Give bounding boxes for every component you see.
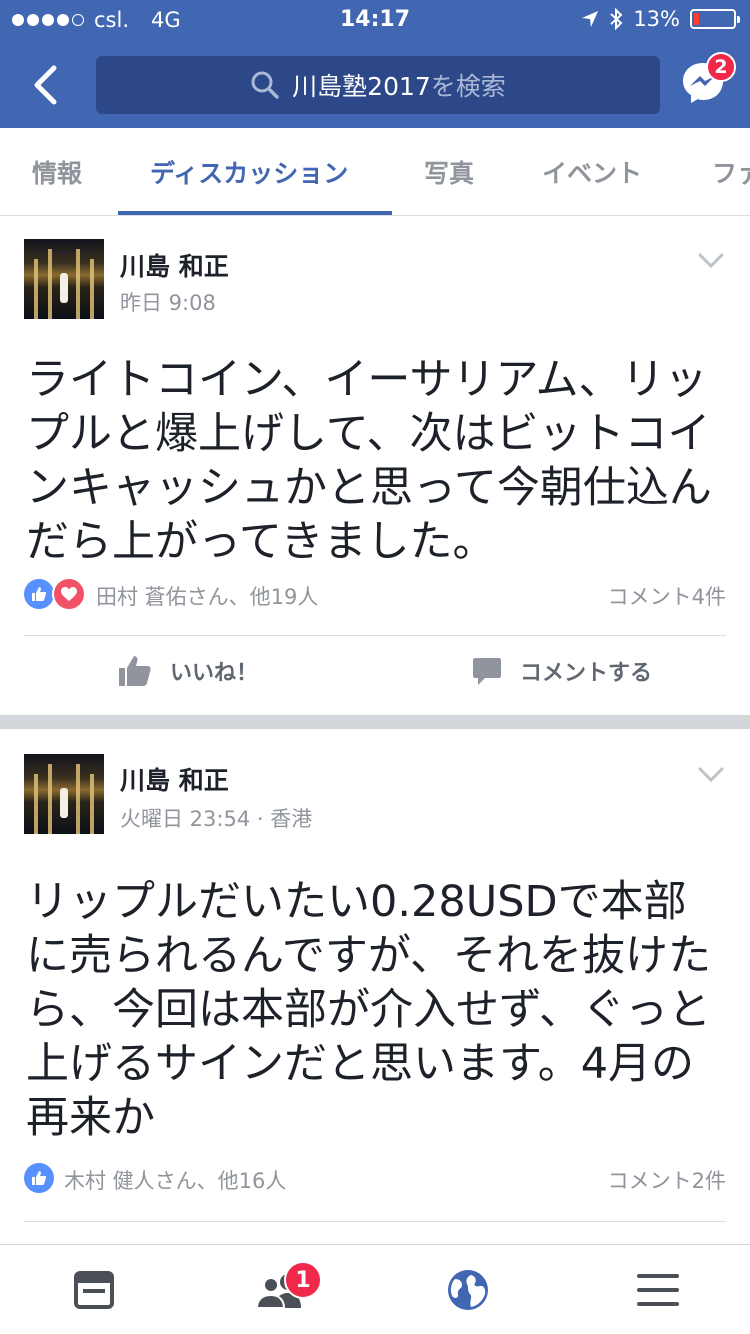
- friends-badge: 1: [284, 1261, 322, 1299]
- tab-discussion[interactable]: ディスカッション: [150, 128, 348, 215]
- like-reaction-icon: [22, 577, 56, 611]
- globe-icon: [448, 1270, 488, 1310]
- group-tabs: 情報 ディスカッション 写真 イベント ファ: [0, 128, 750, 216]
- back-button[interactable]: [20, 58, 70, 112]
- battery-icon: [690, 9, 740, 29]
- post-options-chevron-icon[interactable]: [698, 253, 724, 269]
- love-reaction-icon: [52, 577, 86, 611]
- post-author[interactable]: 川島 和正: [120, 247, 229, 283]
- messenger-button[interactable]: 2: [678, 52, 736, 110]
- tab-files[interactable]: ファ: [712, 128, 750, 215]
- nav-menu[interactable]: [598, 1245, 718, 1334]
- post-card: 川島 和正 火曜日 23:54 · 香港 リップルだいたい0.28USDで本部に…: [0, 729, 750, 1244]
- comment-count[interactable]: コメント4件: [608, 581, 726, 611]
- top-bar: csl. 4G 14:17 13% 川島塾2017を検索 2: [0, 0, 750, 128]
- bluetooth-icon: [610, 8, 623, 30]
- tab-events[interactable]: イベント: [542, 128, 642, 215]
- divider: [24, 1221, 726, 1222]
- post-timestamp[interactable]: 昨日 9:08: [120, 287, 216, 317]
- battery-percent: 13%: [633, 7, 680, 31]
- search-suffix: を検索: [430, 72, 506, 101]
- search-query: 川島塾2017: [292, 72, 431, 101]
- nav-news-feed[interactable]: [34, 1245, 154, 1334]
- nav-friends[interactable]: 1: [220, 1245, 340, 1334]
- tab-info[interactable]: 情報: [32, 128, 82, 215]
- reactor-names: 田村 蒼佑さん、他19人: [96, 585, 319, 609]
- messenger-badge: 2: [706, 52, 736, 82]
- back-chevron-icon: [34, 65, 57, 105]
- post-timestamp[interactable]: 火曜日 23:54 · 香港: [120, 803, 312, 833]
- nav-notifications[interactable]: [408, 1245, 528, 1334]
- post-card: 川島 和正 昨日 9:08 ライトコイン、イーサリアム、リップルと爆上げして、次…: [0, 217, 750, 714]
- tab-photos[interactable]: 写真: [424, 128, 474, 215]
- like-reaction-icon: [22, 1161, 56, 1195]
- post-options-chevron-icon[interactable]: [698, 767, 724, 783]
- post-body: リップルだいたい0.28USDで本部に売られるんですが、それを抜けたら、今回は本…: [26, 877, 711, 1143]
- post-body: ライトコイン、イーサリアム、リップルと爆上げして、次はビットコインキャッシュかと…: [26, 355, 712, 567]
- active-tab-indicator: [118, 211, 392, 215]
- comment-label: コメントする: [520, 661, 653, 686]
- feed-separator: [0, 715, 750, 729]
- post-author[interactable]: 川島 和正: [120, 761, 229, 797]
- comment-count[interactable]: コメント2件: [608, 1165, 726, 1195]
- comment-button[interactable]: コメントする: [472, 655, 652, 687]
- status-bar: csl. 4G 14:17 13%: [0, 0, 750, 40]
- divider: [24, 635, 726, 636]
- avatar[interactable]: [24, 754, 104, 834]
- comment-bubble-icon: [473, 658, 501, 685]
- reactions-summary[interactable]: 田村 蒼佑さん、他19人 コメント4件: [22, 575, 726, 615]
- search-icon: [251, 71, 279, 99]
- like-label: いいね！: [170, 661, 259, 686]
- avatar[interactable]: [24, 239, 104, 319]
- reactions-summary[interactable]: 木村 健人さん、他16人 コメント2件: [22, 1159, 726, 1199]
- like-button[interactable]: いいね！: [118, 655, 258, 687]
- search-bar[interactable]: 川島塾2017を検索: [96, 56, 660, 114]
- thumbs-up-icon: [119, 656, 151, 686]
- bottom-nav: 1: [0, 1244, 750, 1334]
- location-arrow-icon: [582, 11, 599, 27]
- hamburger-menu-icon: [637, 1274, 679, 1306]
- reactor-names: 木村 健人さん、他16人: [64, 1169, 287, 1193]
- news-feed-icon: [74, 1271, 114, 1309]
